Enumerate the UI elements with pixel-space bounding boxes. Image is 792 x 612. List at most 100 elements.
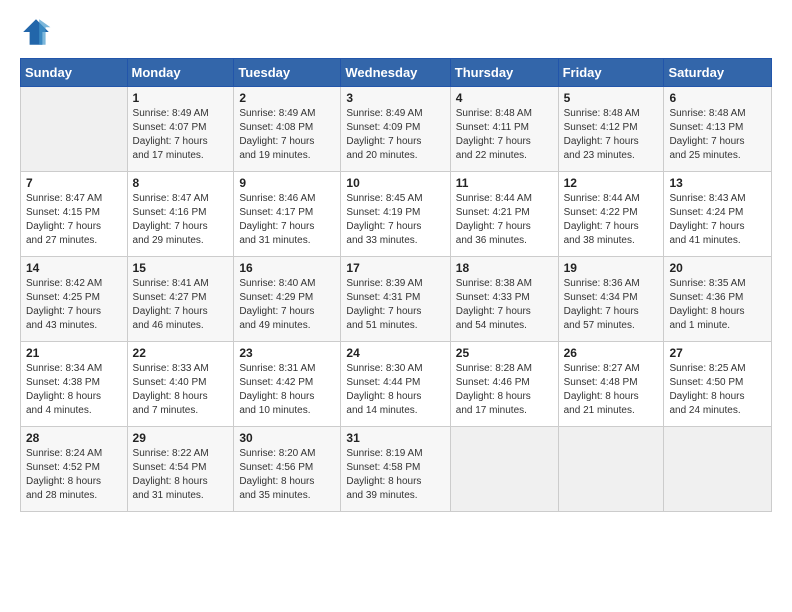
calendar-cell: 15 Sunrise: 8:41 AM Sunset: 4:27 PM Dayli… — [127, 257, 234, 342]
day-info: Sunrise: 8:49 AM Sunset: 4:08 PM Dayligh… — [239, 107, 335, 163]
weekday-header-tuesday: Tuesday — [234, 59, 341, 87]
calendar-cell: 6Sunrise: 8:48 AM Sunset: 4:13 PM Daylig… — [664, 87, 772, 172]
day-info: Sunrise: 8:28 AM Sunset: 4:46 PM Dayligh… — [456, 362, 553, 418]
week-row-4: 28 Sunrise: 8:24 AM Sunset: 4:52 PM Dayli… — [21, 427, 772, 512]
page: SundayMondayTuesdayWednesdayThursdayFrid… — [0, 0, 792, 522]
calendar-cell: 17 Sunrise: 8:39 AM Sunset: 4:31 PM Dayli… — [341, 257, 450, 342]
week-row-1: 7 Sunrise: 8:47 AM Sunset: 4:15 PM Daylig… — [21, 172, 772, 257]
weekday-header-wednesday: Wednesday — [341, 59, 450, 87]
day-number: 24 — [346, 346, 444, 360]
calendar-cell: 29 Sunrise: 8:22 AM Sunset: 4:54 PM Dayli… — [127, 427, 234, 512]
day-info: Sunrise: 8:27 AM Sunset: 4:48 PM Dayligh… — [564, 362, 659, 418]
day-number: 27 — [669, 346, 766, 360]
day-info: Sunrise: 8:39 AM Sunset: 4:31 PM Dayligh… — [346, 277, 444, 333]
weekday-header-friday: Friday — [558, 59, 664, 87]
day-number: 30 — [239, 431, 335, 445]
day-number: 14 — [26, 261, 122, 275]
calendar-cell: 27Sunrise: 8:25 AM Sunset: 4:50 PM Dayli… — [664, 342, 772, 427]
logo-icon — [20, 16, 52, 48]
day-info: Sunrise: 8:36 AM Sunset: 4:34 PM Dayligh… — [564, 277, 659, 333]
day-number: 19 — [564, 261, 659, 275]
day-info: Sunrise: 8:48 AM Sunset: 4:11 PM Dayligh… — [456, 107, 553, 163]
day-info: Sunrise: 8:47 AM Sunset: 4:15 PM Dayligh… — [26, 192, 122, 248]
week-row-2: 14Sunrise: 8:42 AM Sunset: 4:25 PM Dayli… — [21, 257, 772, 342]
day-info: Sunrise: 8:49 AM Sunset: 4:09 PM Dayligh… — [346, 107, 444, 163]
day-info: Sunrise: 8:48 AM Sunset: 4:12 PM Dayligh… — [564, 107, 659, 163]
calendar-cell: 8Sunrise: 8:47 AM Sunset: 4:16 PM Daylig… — [127, 172, 234, 257]
logo — [20, 16, 56, 48]
day-number: 12 — [564, 176, 659, 190]
day-number: 22 — [133, 346, 229, 360]
calendar-cell: 20Sunrise: 8:35 AM Sunset: 4:36 PM Dayli… — [664, 257, 772, 342]
day-number: 5 — [564, 91, 659, 105]
day-info: Sunrise: 8:46 AM Sunset: 4:17 PM Dayligh… — [239, 192, 335, 248]
weekday-header-monday: Monday — [127, 59, 234, 87]
day-info: Sunrise: 8:24 AM Sunset: 4:52 PM Dayligh… — [26, 447, 122, 503]
day-number: 28 — [26, 431, 122, 445]
day-info: Sunrise: 8:35 AM Sunset: 4:36 PM Dayligh… — [669, 277, 766, 333]
week-row-3: 21Sunrise: 8:34 AM Sunset: 4:38 PM Dayli… — [21, 342, 772, 427]
weekday-header-saturday: Saturday — [664, 59, 772, 87]
day-info: Sunrise: 8:45 AM Sunset: 4:19 PM Dayligh… — [346, 192, 444, 248]
calendar-cell — [21, 87, 128, 172]
day-info: Sunrise: 8:30 AM Sunset: 4:44 PM Dayligh… — [346, 362, 444, 418]
day-number: 4 — [456, 91, 553, 105]
calendar-cell — [664, 427, 772, 512]
day-number: 2 — [239, 91, 335, 105]
day-info: Sunrise: 8:31 AM Sunset: 4:42 PM Dayligh… — [239, 362, 335, 418]
day-info: Sunrise: 8:40 AM Sunset: 4:29 PM Dayligh… — [239, 277, 335, 333]
calendar-cell: 4 Sunrise: 8:48 AM Sunset: 4:11 PM Daylig… — [450, 87, 558, 172]
calendar-cell: 10 Sunrise: 8:45 AM Sunset: 4:19 PM Dayli… — [341, 172, 450, 257]
day-number: 7 — [26, 176, 122, 190]
calendar-cell: 5 Sunrise: 8:48 AM Sunset: 4:12 PM Daylig… — [558, 87, 664, 172]
day-number: 15 — [133, 261, 229, 275]
calendar-cell: 28 Sunrise: 8:24 AM Sunset: 4:52 PM Dayli… — [21, 427, 128, 512]
day-number: 10 — [346, 176, 444, 190]
calendar-cell: 23 Sunrise: 8:31 AM Sunset: 4:42 PM Dayli… — [234, 342, 341, 427]
calendar-cell: 16 Sunrise: 8:40 AM Sunset: 4:29 PM Dayli… — [234, 257, 341, 342]
calendar-cell — [558, 427, 664, 512]
day-number: 26 — [564, 346, 659, 360]
day-info: Sunrise: 8:41 AM Sunset: 4:27 PM Dayligh… — [133, 277, 229, 333]
day-number: 1 — [133, 91, 229, 105]
day-number: 31 — [346, 431, 444, 445]
day-info: Sunrise: 8:38 AM Sunset: 4:33 PM Dayligh… — [456, 277, 553, 333]
day-number: 9 — [239, 176, 335, 190]
calendar-cell: 18 Sunrise: 8:38 AM Sunset: 4:33 PM Dayli… — [450, 257, 558, 342]
day-info: Sunrise: 8:22 AM Sunset: 4:54 PM Dayligh… — [133, 447, 229, 503]
calendar-cell — [450, 427, 558, 512]
day-number: 23 — [239, 346, 335, 360]
calendar-cell: 12 Sunrise: 8:44 AM Sunset: 4:22 PM Dayli… — [558, 172, 664, 257]
weekday-header-thursday: Thursday — [450, 59, 558, 87]
day-number: 29 — [133, 431, 229, 445]
day-number: 17 — [346, 261, 444, 275]
calendar-cell: 7 Sunrise: 8:47 AM Sunset: 4:15 PM Daylig… — [21, 172, 128, 257]
week-row-0: 1Sunrise: 8:49 AM Sunset: 4:07 PM Daylig… — [21, 87, 772, 172]
day-number: 25 — [456, 346, 553, 360]
day-number: 11 — [456, 176, 553, 190]
calendar-cell: 31 Sunrise: 8:19 AM Sunset: 4:58 PM Dayli… — [341, 427, 450, 512]
day-info: Sunrise: 8:48 AM Sunset: 4:13 PM Dayligh… — [669, 107, 766, 163]
calendar-cell: 9 Sunrise: 8:46 AM Sunset: 4:17 PM Daylig… — [234, 172, 341, 257]
calendar-cell: 25 Sunrise: 8:28 AM Sunset: 4:46 PM Dayli… — [450, 342, 558, 427]
day-info: Sunrise: 8:44 AM Sunset: 4:22 PM Dayligh… — [564, 192, 659, 248]
calendar-cell: 11 Sunrise: 8:44 AM Sunset: 4:21 PM Dayli… — [450, 172, 558, 257]
day-info: Sunrise: 8:33 AM Sunset: 4:40 PM Dayligh… — [133, 362, 229, 418]
day-number: 21 — [26, 346, 122, 360]
calendar-cell: 24 Sunrise: 8:30 AM Sunset: 4:44 PM Dayli… — [341, 342, 450, 427]
day-info: Sunrise: 8:20 AM Sunset: 4:56 PM Dayligh… — [239, 447, 335, 503]
calendar-cell: 1Sunrise: 8:49 AM Sunset: 4:07 PM Daylig… — [127, 87, 234, 172]
day-info: Sunrise: 8:19 AM Sunset: 4:58 PM Dayligh… — [346, 447, 444, 503]
day-number: 8 — [133, 176, 229, 190]
day-number: 18 — [456, 261, 553, 275]
day-info: Sunrise: 8:44 AM Sunset: 4:21 PM Dayligh… — [456, 192, 553, 248]
calendar-cell: 14Sunrise: 8:42 AM Sunset: 4:25 PM Dayli… — [21, 257, 128, 342]
header — [20, 16, 772, 48]
calendar-cell: 2 Sunrise: 8:49 AM Sunset: 4:08 PM Daylig… — [234, 87, 341, 172]
calendar-cell: 21Sunrise: 8:34 AM Sunset: 4:38 PM Dayli… — [21, 342, 128, 427]
calendar-cell: 19 Sunrise: 8:36 AM Sunset: 4:34 PM Dayli… — [558, 257, 664, 342]
day-info: Sunrise: 8:43 AM Sunset: 4:24 PM Dayligh… — [669, 192, 766, 248]
calendar-cell: 13Sunrise: 8:43 AM Sunset: 4:24 PM Dayli… — [664, 172, 772, 257]
day-number: 16 — [239, 261, 335, 275]
calendar-cell: 22 Sunrise: 8:33 AM Sunset: 4:40 PM Dayli… — [127, 342, 234, 427]
